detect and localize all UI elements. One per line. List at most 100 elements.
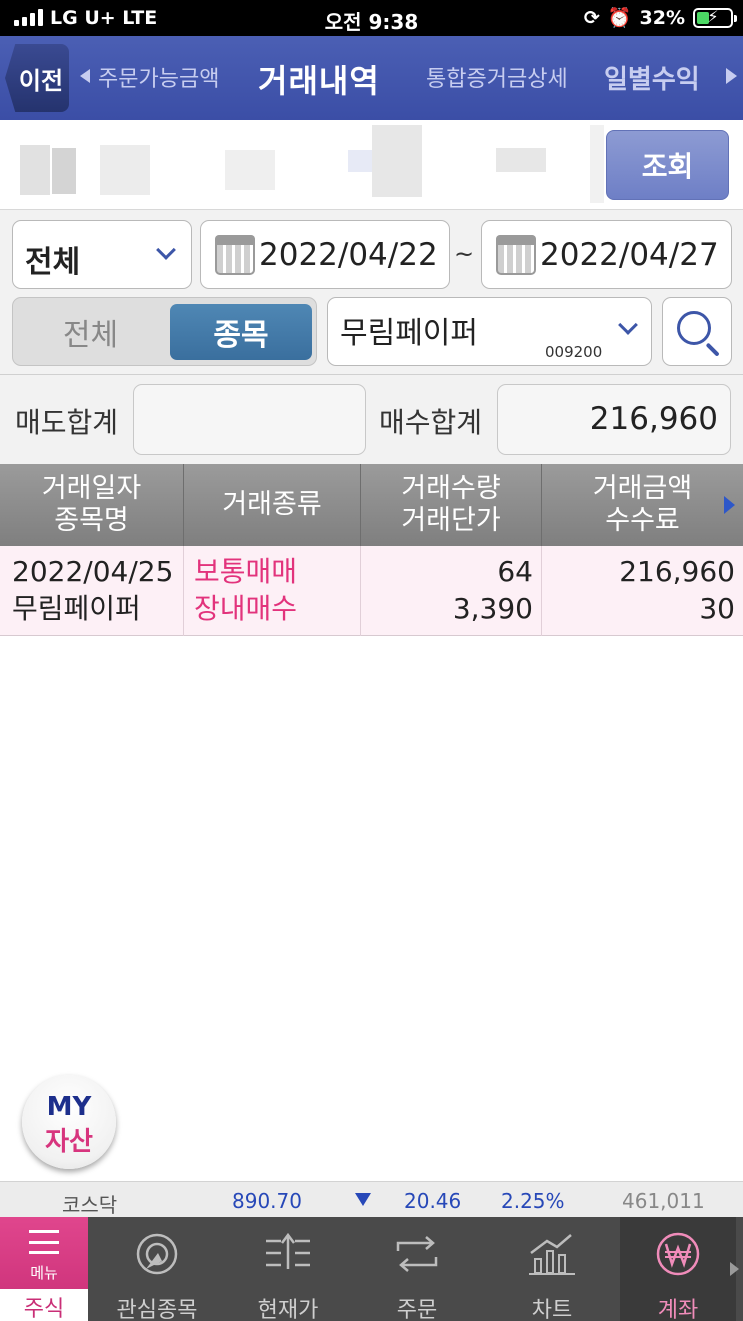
my-asset-label-my: MY (46, 1092, 92, 1122)
query-button[interactable]: 조회 (606, 130, 729, 200)
blurred-account (496, 148, 546, 172)
buy-total-label: 매수합계 (379, 406, 483, 439)
tab-chart-label: 차트 (531, 1298, 573, 1321)
trade-quantity: 64 (497, 555, 533, 589)
chevron-down-icon (618, 315, 638, 335)
scope-toggle: 전체 종목 (12, 297, 317, 366)
column-header-line: 거래종류 (222, 489, 322, 521)
column-header-line: 거래수량 (401, 473, 501, 505)
trade-date: 2022/04/25 (12, 555, 174, 589)
battery-percent: 32% (639, 6, 685, 29)
column-header-amount: 거래금액 수수료 (542, 464, 743, 546)
my-asset-label-asset: 자산 (45, 1127, 93, 1157)
market-ticker[interactable]: 코스닥 890.70 20.46 2.25% 461,011 (0, 1181, 743, 1217)
account-selector[interactable]: 조회 (0, 120, 743, 210)
nav-right-arrow-icon[interactable] (726, 68, 737, 84)
tab-account[interactable]: 계좌 (620, 1217, 736, 1321)
scope-stock-option[interactable]: 종목 (170, 304, 312, 360)
tab-menu[interactable]: 메뉴 주식 (0, 1217, 88, 1321)
blurred-account (225, 150, 275, 190)
search-icon-handle (705, 342, 720, 357)
tab-menu-sub-label: 메뉴 (30, 1264, 58, 1282)
date-to-picker[interactable]: 2022/04/27 (481, 220, 732, 289)
screen-header: 이전 주문가능금액 거래내역 통합증거금상세 일별수익 (0, 36, 743, 120)
cell-amount-fee: 216,960 30 (542, 546, 743, 636)
ticker-value: 890.70 (232, 1189, 302, 1213)
filter-panel: 전체 2022/04/22 ~ 2022/04/27 전체 종목 무림페이퍼 0… (0, 210, 743, 374)
table-header: 거래일자 종목명 거래종류 거래수량 거래단가 거래금액 수수료 (0, 464, 743, 546)
blurred-account (52, 148, 76, 194)
trade-fee: 30 (699, 592, 735, 625)
search-button[interactable] (662, 297, 732, 366)
search-icon (677, 311, 711, 345)
tab-margin-detail[interactable]: 통합증거금상세 (426, 61, 568, 93)
column-header-line: 종목명 (54, 505, 129, 536)
down-arrow-icon (355, 1193, 371, 1206)
type-select-value: 전체 (25, 245, 81, 280)
table-row[interactable]: 2022/04/25 무림페이퍼 보통매매 장내매수 64 3,390 216,… (0, 546, 743, 636)
sell-total-label: 매도합계 (15, 406, 119, 439)
ticker-volume: 461,011 (622, 1189, 705, 1213)
tab-current-price[interactable]: 현재가 (226, 1217, 350, 1321)
tab-account-label: 계좌 (657, 1298, 699, 1321)
column-header-line: 수수료 (605, 505, 680, 536)
rotation-lock-icon: ⟳ (583, 6, 600, 29)
cell-date-stock: 2022/04/25 무림페이퍼 (0, 546, 184, 636)
column-header-line: 거래금액 (592, 473, 693, 505)
ticker-index-name: 코스닥 (62, 1193, 118, 1217)
date-from-picker[interactable]: 2022/04/22 (200, 220, 450, 289)
date-from-value: 2022/04/22 (259, 237, 438, 273)
back-button[interactable]: 이전 (5, 44, 69, 112)
tab-order-available[interactable]: 주문가능금액 (98, 61, 219, 93)
tab-watchlist[interactable]: 관심종목 (88, 1217, 226, 1321)
trade-price: 3,390 (452, 592, 533, 625)
current-price-icon (266, 1232, 310, 1269)
nav-left-arrow-icon[interactable] (80, 69, 90, 83)
bottom-tab-bar: 메뉴 주식 관심종목 현재가 주문 차트 계좌 (0, 1217, 743, 1321)
scroll-right-arrow-icon[interactable] (724, 496, 735, 514)
watchlist-icon (136, 1233, 178, 1275)
blurred-account (100, 145, 150, 195)
stock-name: 무림페이퍼 (340, 316, 478, 351)
type-select[interactable]: 전체 (12, 220, 192, 289)
totals-panel: 매도합계 매수합계 216,960 (0, 374, 743, 464)
chevron-down-icon (156, 240, 176, 260)
tab-more-arrow-icon[interactable] (730, 1262, 739, 1276)
column-header-line: 거래단가 (401, 505, 501, 536)
blurred-account (590, 125, 604, 203)
scope-all-option[interactable]: 전체 (13, 298, 168, 365)
column-header-quantity: 거래수량 거래단가 (361, 464, 542, 546)
chart-icon (529, 1234, 575, 1275)
stock-code: 009200 (545, 343, 603, 361)
tab-stock-label[interactable]: 주식 (0, 1289, 88, 1321)
won-currency-icon (656, 1232, 700, 1276)
order-exchange-icon (396, 1236, 438, 1272)
column-header-line: 거래일자 (41, 473, 142, 505)
tab-current-price-label: 현재가 (257, 1298, 319, 1321)
alarm-icon: ⏰ (607, 7, 632, 29)
cell-trade-type: 보통매매 장내매수 (184, 546, 361, 636)
my-asset-button[interactable]: MY 자산 (22, 1075, 116, 1169)
ticker-change: 20.46 (404, 1189, 462, 1213)
cell-qty-price: 64 3,390 (361, 546, 542, 636)
tab-chart[interactable]: 차트 (484, 1217, 620, 1321)
date-to-value: 2022/04/27 (540, 237, 719, 273)
trade-amount: 216,960 (619, 555, 735, 589)
trade-stock-name: 무림페이퍼 (12, 592, 141, 625)
hamburger-icon (29, 1230, 59, 1254)
tab-daily-profit[interactable]: 일별수익 (604, 59, 700, 96)
status-bar: LG U+ LTE 오전 9:38 ⟳ ⏰ 32% ⚡ (0, 0, 743, 36)
tab-order[interactable]: 주문 (350, 1217, 484, 1321)
blurred-account (372, 125, 422, 197)
battery-icon: ⚡ (693, 7, 737, 28)
calendar-icon (496, 235, 536, 275)
sell-total-value (133, 384, 366, 455)
trade-subtype: 장내매수 (194, 592, 298, 625)
tab-watchlist-label: 관심종목 (116, 1298, 198, 1321)
stock-select[interactable]: 무림페이퍼 009200 (327, 297, 652, 366)
blurred-account (20, 145, 50, 195)
column-header-date: 거래일자 종목명 (0, 464, 184, 546)
date-separator: ~ (454, 240, 475, 268)
tab-order-label: 주문 (396, 1298, 438, 1321)
buy-total-value: 216,960 (497, 384, 731, 455)
